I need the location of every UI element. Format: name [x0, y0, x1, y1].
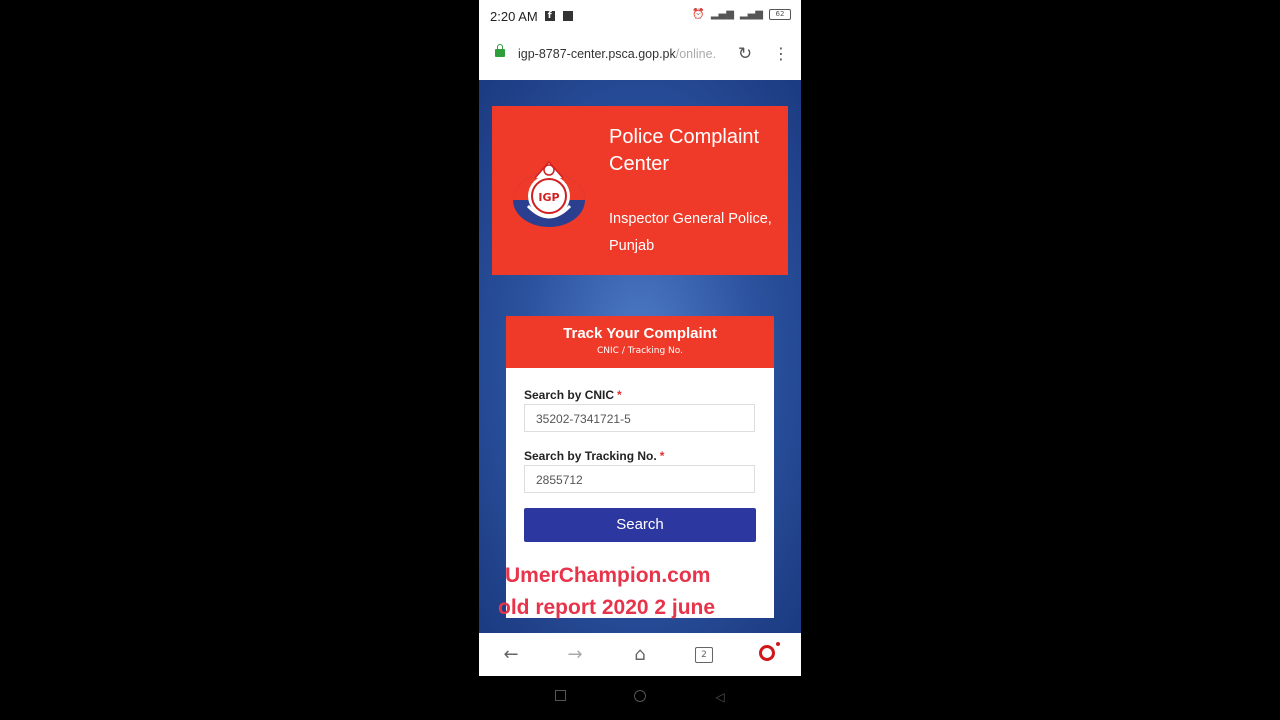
forward-arrow-icon[interactable]: →	[563, 643, 587, 667]
system-navigation-bar: ◁	[479, 676, 801, 720]
alarm-icon: ⏰	[692, 9, 705, 20]
page-content: IGP Police Complaint Center Inspector Ge…	[479, 80, 801, 633]
browser-bottom-nav: ← → ⌂ 2	[479, 633, 801, 676]
cnic-input[interactable]: 35202-7341721-5	[524, 404, 755, 432]
browser-url-bar[interactable]: igp-8787-center.psca.gop.pk/online. ↻ ⋮	[479, 32, 801, 81]
recents-icon[interactable]	[553, 690, 567, 704]
tabs-icon[interactable]: 2	[692, 643, 716, 667]
home-circle-icon[interactable]	[633, 690, 647, 704]
track-form-title: Track Your Complaint	[563, 325, 717, 342]
kebab-menu-icon[interactable]: ⋮	[773, 44, 789, 64]
back-triangle-icon[interactable]: ◁	[713, 690, 727, 704]
status-time: 2:20 AM	[490, 8, 538, 24]
tracking-label: Search by Tracking No. *	[524, 449, 665, 463]
gallery-icon	[562, 11, 573, 21]
home-icon[interactable]: ⌂	[628, 643, 652, 667]
lock-icon	[495, 44, 505, 57]
signal-icon: ▂▄▆	[710, 9, 734, 20]
reload-icon[interactable]: ↻	[735, 44, 755, 64]
page-subtitle: Inspector General Police, Punjab	[609, 211, 772, 254]
url-text[interactable]: igp-8787-center.psca.gop.pk/online.	[518, 47, 724, 61]
phone-screen: 2:20 AM f ⏰ ▂▄▆ ▂▄▆ 62 igp-8787-center.p…	[479, 0, 801, 720]
back-arrow-icon[interactable]: ←	[499, 643, 523, 667]
battery-icon: 62	[769, 9, 791, 20]
signal-icon-2: ▂▄▆	[739, 9, 763, 20]
watermark-line-1: UmerChampion.com	[505, 564, 711, 587]
notification-dot	[776, 642, 780, 646]
search-button[interactable]: Search	[524, 508, 756, 542]
status-icons: ⏰ ▂▄▆ ▂▄▆ 62	[692, 9, 791, 20]
tracking-input[interactable]: 2855712	[524, 465, 755, 493]
header-banner: IGP Police Complaint Center Inspector Ge…	[492, 106, 788, 275]
watermark-line-2: old report 2020 2 june	[498, 596, 716, 619]
cnic-label: Search by CNIC *	[524, 388, 622, 402]
status-bar: 2:20 AM f ⏰ ▂▄▆ ▂▄▆ 62	[479, 0, 801, 32]
facebook-icon: f	[544, 11, 555, 21]
track-form-header: Track Your Complaint CNIC / Tracking No.	[506, 316, 774, 368]
page-title: Police Complaint Center	[609, 126, 760, 175]
track-form-subtitle: CNIC / Tracking No.	[597, 346, 683, 356]
police-emblem-icon: IGP	[513, 160, 585, 227]
opera-menu-icon[interactable]	[759, 645, 775, 661]
svg-text:IGP: IGP	[538, 191, 559, 204]
